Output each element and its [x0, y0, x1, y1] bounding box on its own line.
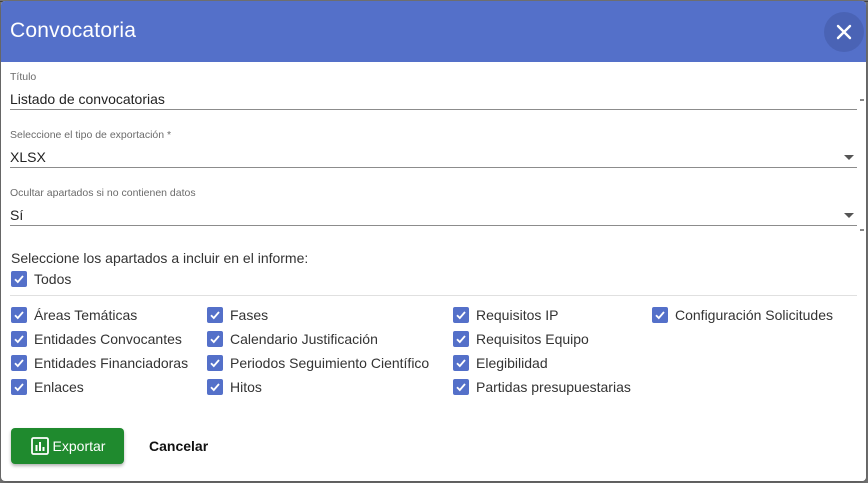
ocultar-apartados-select[interactable]: Ocultar apartados si no contienen datos …: [10, 187, 857, 226]
divider: [10, 295, 857, 296]
close-button[interactable]: [824, 12, 864, 52]
scrollbar-track[interactable]: [856, 62, 866, 481]
checkbox-requisitos-ip[interactable]: Requisitos IP: [453, 307, 558, 323]
tipo-exportacion-select[interactable]: Seleccione el tipo de exportación * XLSX: [10, 129, 857, 168]
dropdown-arrow-icon[interactable]: [844, 213, 854, 218]
checkbox-label: Calendario Justificación: [230, 331, 378, 347]
tipo-exportacion-selected: XLSX: [10, 149, 46, 165]
checkbox-label: Requisitos Equipo: [476, 331, 589, 347]
checkbox-label: Partidas presupuestarias: [476, 379, 631, 395]
checkbox-checked-icon[interactable]: [453, 355, 469, 371]
checkbox-hitos[interactable]: Hitos: [207, 379, 262, 395]
tipo-exportacion-value[interactable]: XLSX: [10, 146, 857, 168]
checkbox-partidas-presupuestarias[interactable]: Partidas presupuestarias: [453, 379, 631, 395]
checkbox-configuracion-solicitudes[interactable]: Configuración Solicitudes: [652, 307, 833, 323]
scrollbar-mark: [860, 229, 864, 231]
ocultar-apartados-value[interactable]: Sí: [10, 204, 857, 226]
titulo-label: Título: [10, 71, 37, 83]
checkbox-label: Áreas Temáticas: [34, 307, 138, 323]
checkbox-elegibilidad[interactable]: Elegibilidad: [453, 355, 548, 371]
ocultar-apartados-label: Ocultar apartados si no contienen datos: [10, 187, 196, 199]
chart-icon: [30, 437, 49, 455]
checkbox-label: Fases: [230, 307, 269, 323]
checkbox-label: Entidades Financiadoras: [34, 355, 189, 371]
checkbox-checked-icon[interactable]: [11, 379, 27, 395]
dialog-title: Convocatoria: [10, 19, 137, 42]
checkbox-periodos-seguimiento[interactable]: Periodos Seguimiento Científico: [207, 355, 429, 371]
checkbox-checked-icon[interactable]: [207, 331, 223, 347]
checkbox-checked-icon[interactable]: [207, 355, 223, 371]
checkbox-label: Todos: [34, 271, 72, 287]
checkbox-label: Entidades Convocantes: [34, 331, 182, 347]
titulo-field[interactable]: Título Listado de convocatorias: [10, 71, 857, 110]
checkbox-checked-icon[interactable]: [652, 307, 668, 323]
export-button[interactable]: Exportar: [11, 428, 124, 464]
checkbox-checked-icon[interactable]: [11, 331, 27, 347]
close-icon: [836, 24, 852, 40]
checkbox-enlaces[interactable]: Enlaces: [11, 379, 84, 395]
checkbox-checked-icon[interactable]: [453, 331, 469, 347]
titulo-input[interactable]: Listado de convocatorias: [10, 88, 857, 110]
checkbox-requisitos-equipo[interactable]: Requisitos Equipo: [453, 331, 589, 347]
checkbox-checked-icon[interactable]: [453, 379, 469, 395]
checkbox-checked-icon[interactable]: [11, 307, 27, 323]
checkbox-label: Configuración Solicitudes: [675, 307, 833, 323]
checkbox-label: Requisitos IP: [476, 307, 559, 323]
dropdown-arrow-icon[interactable]: [844, 155, 854, 160]
checkbox-checked-icon[interactable]: [11, 355, 27, 371]
checkbox-areas-tematicas[interactable]: Áreas Temáticas: [11, 307, 137, 323]
checkbox-entidades-financiadoras[interactable]: Entidades Financiadoras: [11, 355, 188, 371]
dialog-header: Convocatoria: [1, 1, 866, 62]
checkbox-checked-icon[interactable]: [11, 271, 27, 287]
checkbox-label: Periodos Seguimiento Científico: [230, 355, 430, 371]
export-label: Exportar: [52, 438, 106, 454]
checkbox-checked-icon[interactable]: [207, 379, 223, 395]
checkbox-checked-icon[interactable]: [207, 307, 223, 323]
cancel-label: Cancelar: [149, 438, 209, 454]
checkbox-label: Elegibilidad: [476, 355, 548, 371]
checkbox-fases[interactable]: Fases: [207, 307, 268, 323]
cancel-button[interactable]: Cancelar: [139, 428, 218, 464]
checkbox-label: Enlaces: [34, 379, 84, 395]
checkbox-todos[interactable]: Todos: [11, 271, 71, 287]
tipo-exportacion-label: Seleccione el tipo de exportación *: [10, 129, 172, 141]
checkbox-entidades-convocantes[interactable]: Entidades Convocantes: [11, 331, 182, 347]
sections-heading: Seleccione los apartados a incluir en el…: [11, 250, 309, 266]
ocultar-apartados-selected: Sí: [10, 207, 24, 223]
checkbox-checked-icon[interactable]: [453, 307, 469, 323]
convocatoria-dialog: Convocatoria Título Listado de convocato…: [1, 1, 866, 481]
checkbox-label: Hitos: [230, 379, 262, 395]
checkbox-calendario-justificacion[interactable]: Calendario Justificación: [207, 331, 378, 347]
scrollbar-mark: [860, 99, 864, 101]
